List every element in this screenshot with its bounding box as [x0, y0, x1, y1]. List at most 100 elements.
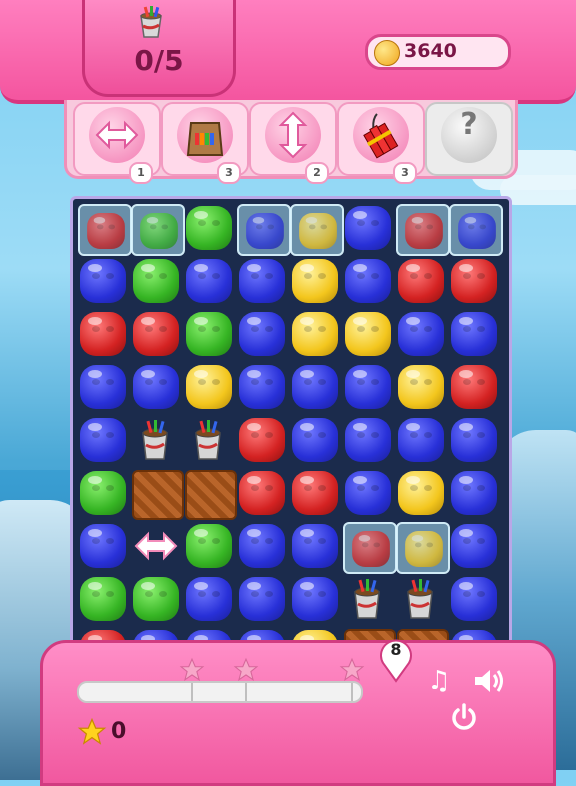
board-cell-blue[interactable]	[448, 468, 500, 518]
jelly-eye	[106, 591, 114, 597]
board-cell-red[interactable]	[448, 362, 500, 412]
stars-earned: 0	[111, 719, 127, 744]
jelly-shine	[300, 582, 314, 590]
board-cell-paint-bucket[interactable]	[183, 415, 235, 465]
game-board[interactable]	[70, 196, 512, 652]
board-cell-blue[interactable]	[289, 574, 341, 624]
jelly-shine	[406, 264, 420, 272]
board-cell-blue[interactable]	[448, 574, 500, 624]
green-jelly	[186, 206, 232, 250]
board-cell-blue[interactable]	[395, 415, 447, 465]
board-cell-yellow[interactable]	[395, 468, 447, 518]
booster-horizontal-arrows[interactable]: 1	[73, 102, 161, 184]
board-cell-ice-red[interactable]	[395, 203, 450, 256]
board-cell-yellow[interactable]	[289, 256, 341, 306]
red-jelly	[398, 259, 444, 303]
board-cell-blue[interactable]	[342, 468, 394, 518]
board-cell-red[interactable]	[77, 309, 129, 359]
green-jelly	[80, 471, 126, 515]
sound-toggle-button[interactable]	[471, 663, 507, 699]
board-cell-blue[interactable]	[77, 415, 129, 465]
jelly-eye	[463, 591, 471, 597]
board-cell-blue[interactable]	[448, 415, 500, 465]
jelly-eye	[357, 326, 365, 332]
board-cell-blue[interactable]	[236, 521, 288, 571]
score-progress-bar	[77, 681, 363, 703]
board-cell-red[interactable]	[448, 256, 500, 306]
jelly-eye	[424, 326, 432, 332]
jelly-eye	[410, 379, 418, 385]
board-cell-red[interactable]	[395, 256, 447, 306]
board-cell-paint-bucket[interactable]	[130, 415, 182, 465]
board-cell-ice-yellow[interactable]	[395, 521, 450, 574]
board-cell-blue[interactable]	[77, 521, 129, 571]
board-cell-blue[interactable]	[289, 521, 341, 571]
board-cell-blue[interactable]	[342, 415, 394, 465]
board-cell-yellow[interactable]	[183, 362, 235, 412]
board-cell-green[interactable]	[130, 574, 182, 624]
jelly-shine	[459, 264, 473, 272]
jelly-shine	[88, 370, 102, 378]
board-cell-green[interactable]	[183, 309, 235, 359]
board-cell-blue[interactable]	[342, 203, 394, 253]
jelly-eye	[414, 542, 422, 548]
board-cell-blue[interactable]	[448, 521, 500, 571]
board-cell-blue[interactable]	[130, 362, 182, 412]
board-cell-green[interactable]	[183, 521, 235, 571]
jelly-eye	[198, 273, 206, 279]
board-cell-blue[interactable]	[77, 256, 129, 306]
board-cell-chocolate[interactable]	[183, 468, 237, 520]
board-cell-blue[interactable]	[183, 256, 235, 306]
horizontal-arrows-icon	[95, 120, 139, 150]
jelly-eye	[410, 432, 418, 438]
board-cell-red[interactable]	[236, 468, 288, 518]
board-cell-blue[interactable]	[289, 415, 341, 465]
quit-button[interactable]	[446, 699, 482, 735]
jelly-eye	[198, 538, 206, 544]
board-cell-blue[interactable]	[183, 574, 235, 624]
board-cell-red[interactable]	[130, 309, 182, 359]
board-cell-blue[interactable]	[236, 309, 288, 359]
board-cell-yellow[interactable]	[395, 362, 447, 412]
board-cell-ice-red[interactable]	[77, 203, 132, 256]
board-cell-red[interactable]	[236, 415, 288, 465]
board-cell-blue[interactable]	[236, 256, 288, 306]
board-cell-blue[interactable]	[289, 362, 341, 412]
music-toggle-button[interactable]: ♫	[421, 663, 457, 699]
booster-locked[interactable]: ?	[425, 102, 513, 176]
jelly-eye	[463, 485, 471, 491]
board-cell-paint-bucket[interactable]	[395, 574, 447, 624]
jelly-eye	[371, 326, 379, 332]
board-cell-green[interactable]	[77, 574, 129, 624]
board-cell-ice-blue[interactable]	[448, 203, 503, 256]
board-cell-blue[interactable]	[448, 309, 500, 359]
coin-counter[interactable]: 3640	[365, 34, 511, 70]
board-cell-red[interactable]	[289, 468, 341, 518]
booster-vertical-arrows[interactable]: 2	[249, 102, 337, 184]
board-cell-ice-blue[interactable]	[236, 203, 291, 256]
board-cell-yellow[interactable]	[289, 309, 341, 359]
jelly-eye	[265, 538, 273, 544]
board-cell-green[interactable]	[130, 256, 182, 306]
jelly-eye	[265, 591, 273, 597]
board-cell-ice-red[interactable]	[342, 521, 397, 574]
board-cell-blue[interactable]	[342, 362, 394, 412]
board-cell-blue[interactable]	[77, 362, 129, 412]
blue-jelly	[80, 259, 126, 303]
jelly-shine	[353, 264, 367, 272]
board-cell-chocolate[interactable]	[130, 468, 184, 520]
board-cell-blue[interactable]	[236, 574, 288, 624]
board-cell-striped-arrows[interactable]	[130, 521, 182, 571]
booster-paint-bag[interactable]: 3	[161, 102, 249, 184]
board-cell-blue[interactable]	[395, 309, 447, 359]
board-cell-green[interactable]	[77, 468, 129, 518]
board-cell-blue[interactable]	[236, 362, 288, 412]
board-cell-ice-green[interactable]	[130, 203, 185, 256]
board-cell-paint-bucket[interactable]	[342, 574, 394, 624]
board-cell-ice-yellow[interactable]	[289, 203, 344, 256]
board-cell-blue[interactable]	[342, 256, 394, 306]
board-cell-yellow[interactable]	[342, 309, 394, 359]
booster-dynamite[interactable]: 3	[337, 102, 425, 184]
jelly-eye	[149, 224, 157, 230]
board-cell-green[interactable]	[183, 203, 235, 253]
